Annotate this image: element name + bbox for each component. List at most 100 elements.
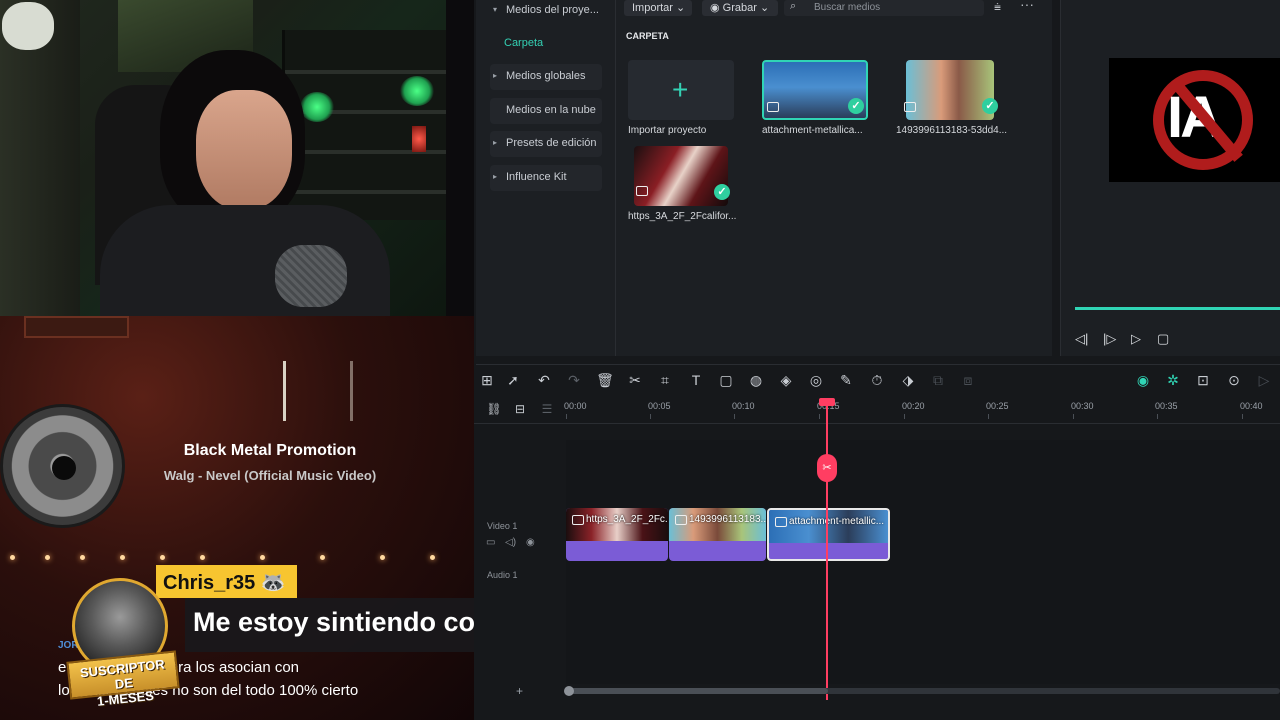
edit-icon[interactable]: ✎ bbox=[837, 372, 855, 389]
caret-down-icon: ▾ bbox=[493, 5, 498, 14]
check-icon: ✓ bbox=[848, 98, 864, 114]
shape-icon[interactable]: ▢ bbox=[717, 372, 735, 389]
ruler-label: 00:30 bbox=[1071, 401, 1094, 411]
check-icon: ✓ bbox=[982, 98, 998, 114]
play-frame-icon[interactable]: |▷ bbox=[1103, 331, 1116, 347]
preview-progress-bar[interactable] bbox=[1075, 307, 1280, 310]
sidebar-item-global-media[interactable]: ▸ Medios globales bbox=[490, 64, 602, 90]
filter-icon[interactable]: ⩧ bbox=[994, 0, 1001, 15]
sidebar-item-project-media[interactable]: ▾ Medios del proye... bbox=[490, 0, 602, 24]
select-tool-icon[interactable]: ➚ bbox=[504, 372, 522, 389]
webcam-feed bbox=[0, 0, 446, 316]
green-light bbox=[400, 76, 434, 106]
clip-label: attachment-metallic... bbox=[789, 516, 885, 527]
import-label: Importar bbox=[632, 2, 673, 14]
more-options-icon[interactable]: ··· bbox=[1020, 0, 1034, 12]
eye-icon[interactable]: ◉ bbox=[526, 537, 535, 548]
ruler-tick bbox=[988, 414, 989, 419]
import-button[interactable]: Importar ⌄ bbox=[624, 0, 692, 16]
crop-icon[interactable]: ⌗ bbox=[656, 372, 674, 389]
text-icon[interactable]: T bbox=[687, 372, 705, 388]
preview-panel: IA ◁| |▷ ▷ ▢ bbox=[1060, 0, 1280, 356]
import-thumb[interactable]: + bbox=[628, 60, 734, 120]
plus-icon: + bbox=[672, 74, 689, 105]
media-panel: ▾ Medios del proye... Carpeta ▸ Medios g… bbox=[476, 0, 1052, 356]
ruler-tick bbox=[1157, 414, 1158, 419]
chevron-down-icon: ⌄ bbox=[676, 2, 686, 14]
media-name: https_3A_2F_2Fcalifor... bbox=[628, 211, 737, 222]
playhead[interactable] bbox=[826, 398, 828, 700]
sidebar-item-edit-presets[interactable]: ▸ Presets de edición bbox=[490, 131, 602, 157]
add-track-icon[interactable]: ⊟ bbox=[511, 402, 529, 416]
undo-icon[interactable]: ↶ bbox=[535, 372, 553, 389]
image-icon bbox=[636, 186, 648, 196]
caret-right-icon: ▸ bbox=[493, 71, 498, 80]
mask-icon[interactable]: ◈ bbox=[777, 372, 795, 389]
clip-label: https_3A_2F_2Fc... bbox=[586, 514, 668, 525]
add-icon[interactable]: + bbox=[516, 684, 523, 698]
microphone bbox=[275, 245, 347, 307]
search-icon: ⌕ bbox=[790, 0, 797, 12]
tag-icon[interactable]: ⬗ bbox=[899, 372, 917, 389]
media-name: 1493996113183-53dd4... bbox=[896, 125, 1008, 136]
caret-right-icon: ▸ bbox=[493, 138, 498, 147]
shelf bbox=[282, 30, 446, 220]
timeline-tracks[interactable] bbox=[566, 440, 1280, 684]
media-name: attachment-metallica... bbox=[762, 125, 863, 136]
image-icon bbox=[675, 515, 687, 525]
play-icon[interactable]: ▷ bbox=[1131, 331, 1141, 347]
link-icon[interactable]: ⛓ bbox=[485, 402, 503, 416]
sidebar-item-influence-kit[interactable]: ▸ Influence Kit bbox=[490, 165, 602, 191]
more-tools-icon[interactable]: ▷ bbox=[1255, 372, 1273, 389]
media-name: Importar proyecto bbox=[628, 125, 707, 136]
sidebar-item-label: Presets de edición bbox=[506, 137, 597, 149]
folder-icon[interactable]: ▭ bbox=[486, 537, 495, 548]
zoom-knob[interactable] bbox=[564, 686, 574, 696]
record-icon: ◉ bbox=[710, 2, 723, 14]
ruler-tick bbox=[650, 414, 651, 419]
stop-icon[interactable]: ▢ bbox=[1157, 331, 1169, 347]
ruler-tick bbox=[734, 414, 735, 419]
record-label: Grabar bbox=[722, 2, 757, 14]
snap-icon[interactable]: ✲ bbox=[1164, 372, 1182, 389]
guitar-wall bbox=[0, 0, 80, 316]
chat-username: Chris_r35 🦝 bbox=[156, 565, 297, 598]
sidebar-item-label: Medios del proye... bbox=[506, 4, 599, 16]
ai-effect-icon[interactable]: ◎ bbox=[807, 372, 825, 389]
track-label-video: Video 1 bbox=[487, 521, 518, 531]
media-thumbnail bbox=[906, 60, 994, 120]
split-scissors-icon[interactable]: ✂ bbox=[817, 454, 837, 482]
playhead-handle[interactable] bbox=[819, 398, 835, 406]
search-input[interactable]: Buscar medios bbox=[784, 0, 984, 16]
delete-icon[interactable]: 🗑 bbox=[596, 372, 614, 389]
sidebar-item-label: Medios en la nube bbox=[506, 104, 596, 116]
now-playing-subtitle: Walg - Nevel (Official Music Video) bbox=[163, 468, 377, 483]
track-settings-icon[interactable]: ☰ bbox=[538, 402, 556, 416]
ungroup-icon[interactable]: ⧈ bbox=[959, 372, 977, 389]
screenshot-icon[interactable]: ⊙ bbox=[1225, 372, 1243, 389]
audio-track-icon[interactable]: ⊡ bbox=[1194, 372, 1212, 389]
timeline-clip[interactable]: https_3A_2F_2Fc... bbox=[566, 508, 668, 561]
toggle-icon[interactable]: ◉ bbox=[1134, 372, 1152, 389]
timer-icon[interactable]: ⏱ bbox=[868, 372, 886, 389]
previous-frame-icon[interactable]: ◁| bbox=[1075, 331, 1088, 347]
ruler-tick bbox=[819, 414, 820, 419]
timeline-scrollbar[interactable] bbox=[568, 688, 1280, 694]
chevron-down-icon: ⌄ bbox=[759, 2, 770, 14]
ruler-tick bbox=[1242, 414, 1243, 419]
image-icon bbox=[775, 517, 787, 527]
group-icon[interactable]: ⧉ bbox=[929, 372, 947, 389]
timeline-clip[interactable]: 1493996113183... bbox=[669, 508, 766, 561]
layout-icon[interactable]: ⊞ bbox=[478, 372, 496, 389]
sidebar-item-cloud-media[interactable]: Medios en la nube bbox=[490, 98, 602, 124]
redo-icon[interactable]: ↷ bbox=[565, 372, 583, 389]
green-light bbox=[300, 92, 334, 122]
ruler-label: 00:05 bbox=[648, 401, 671, 411]
record-button[interactable]: ◉ Grabar ⌄ bbox=[702, 0, 778, 16]
color-icon[interactable]: ◍ bbox=[747, 372, 765, 389]
volume-icon[interactable]: ◁) bbox=[505, 537, 516, 548]
preview-logo: IA bbox=[1109, 58, 1280, 182]
sidebar-item-folder[interactable]: Carpeta bbox=[490, 31, 602, 57]
scissors-icon[interactable]: ✂ bbox=[626, 372, 644, 389]
timeline-clip-selected[interactable]: attachment-metallic... bbox=[767, 508, 890, 561]
